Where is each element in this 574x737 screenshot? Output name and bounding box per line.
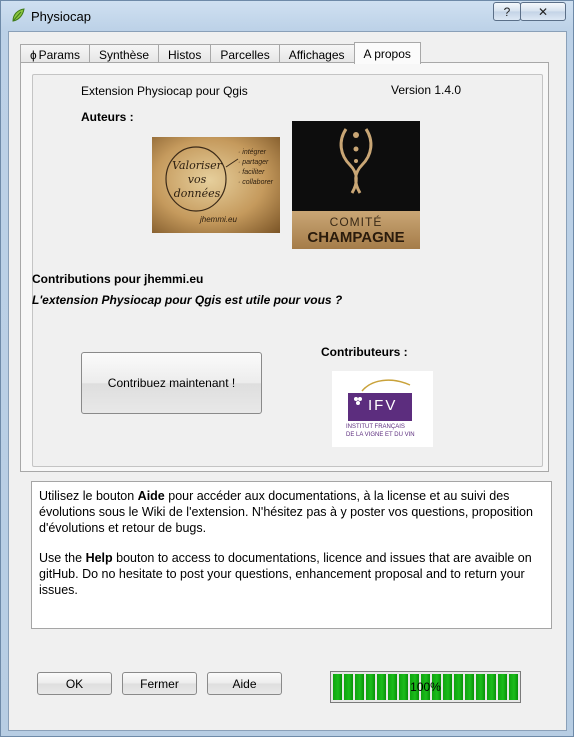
phi-icon: ɸ	[30, 47, 37, 62]
tab-params[interactable]: ɸ Params	[20, 44, 90, 64]
tab-bar: ɸ Params Synthèse Histos Parcelles Affic…	[20, 42, 421, 64]
tab-label: A propos	[363, 46, 411, 61]
valoriser-vos-donnees-image: Valoriser vos données · intégrer · parta…	[152, 137, 280, 233]
about-tab-pane: Extension Physiocap pour Qgis Version 1.…	[20, 62, 549, 472]
ok-button[interactable]: OK	[37, 672, 112, 695]
help-title-button[interactable]: ?	[493, 2, 521, 21]
ifv-line-2: DE LA VIGNE ET DU VIN	[346, 432, 415, 438]
tab-parcelles[interactable]: Parcelles	[210, 44, 280, 64]
side-line-3: · faciliter	[238, 169, 265, 176]
tab-histos[interactable]: Histos	[158, 44, 212, 64]
close-icon: ✕	[537, 4, 549, 19]
side-line-4: · collaborer	[238, 179, 274, 186]
comite-champagne-logo: COMITÉ CHAMPAGNE	[292, 121, 420, 249]
help-text-area[interactable]: Utilisez le bouton Aide pour accéder aux…	[31, 481, 552, 629]
bubbles-drawing	[339, 128, 373, 194]
help-text-fr: Utilisez le bouton Aide pour accéder aux…	[39, 489, 533, 535]
tab-affichages[interactable]: Affichages	[278, 44, 355, 64]
window-title: Physiocap	[31, 9, 91, 24]
ifv-line-1: INSTITUT FRANÇAIS	[346, 424, 405, 430]
ifv-abbr: IFV	[368, 397, 398, 414]
progress-label: 100%	[410, 680, 441, 694]
contributors-label: Contributeurs :	[321, 345, 408, 359]
side-line-1: · intégrer	[238, 149, 267, 156]
about-group: Extension Physiocap pour Qgis Version 1.…	[32, 74, 543, 467]
signature-text: jhemmi.eu	[200, 215, 237, 224]
aide-label: Aide	[232, 676, 257, 691]
aide-button[interactable]: Aide	[207, 672, 282, 695]
question-label: L'extension Physiocap pour Qgis est util…	[32, 293, 343, 307]
tab-label: Parcelles	[220, 47, 270, 62]
version-label: Version 1.4.0	[391, 83, 462, 97]
help-text-en: Use the Help bouton to access to documen…	[39, 551, 532, 597]
authors-label: Auteurs :	[81, 110, 134, 124]
contributions-label: Contributions pour jhemmi.eu	[32, 272, 204, 286]
qgis-leaf-icon	[12, 8, 25, 22]
contribute-now-button[interactable]: Contribuez maintenant !	[81, 352, 262, 414]
tab-label: Params	[38, 47, 80, 62]
valoriser-text: Valoriser vos données	[172, 159, 222, 200]
side-line-2: · partager	[238, 159, 269, 166]
comite-text: COMITÉ	[329, 215, 383, 229]
champagne-text: CHAMPAGNE	[307, 229, 405, 246]
close-title-button[interactable]: ✕	[520, 2, 566, 21]
progress-bar: 100%	[330, 671, 521, 703]
dialog-body: ɸ Params Synthèse Histos Parcelles Affic…	[8, 31, 567, 731]
title-bar[interactable]: Physiocap ? ✕	[1, 1, 573, 31]
tab-label: Affichages	[288, 47, 345, 62]
physiocap-window: Physiocap ? ✕ ɸ Params Synthèse Histos P…	[0, 0, 574, 737]
contribute-button-label: Contribuez maintenant !	[107, 376, 236, 390]
fermer-label: Fermer	[140, 676, 179, 691]
ifv-logo: IFV INSTITUT FRANÇAIS DE LA VIGNE ET DU …	[332, 371, 433, 447]
ok-label: OK	[65, 676, 84, 691]
tab-label: Synthèse	[98, 47, 149, 62]
extension-label: Extension Physiocap pour Qgis	[81, 84, 248, 98]
tab-a-propos[interactable]: A propos	[353, 42, 421, 64]
tab-synthese[interactable]: Synthèse	[88, 44, 159, 64]
fermer-button[interactable]: Fermer	[122, 672, 197, 695]
tab-label: Histos	[168, 47, 202, 62]
question-icon: ?	[503, 4, 511, 19]
